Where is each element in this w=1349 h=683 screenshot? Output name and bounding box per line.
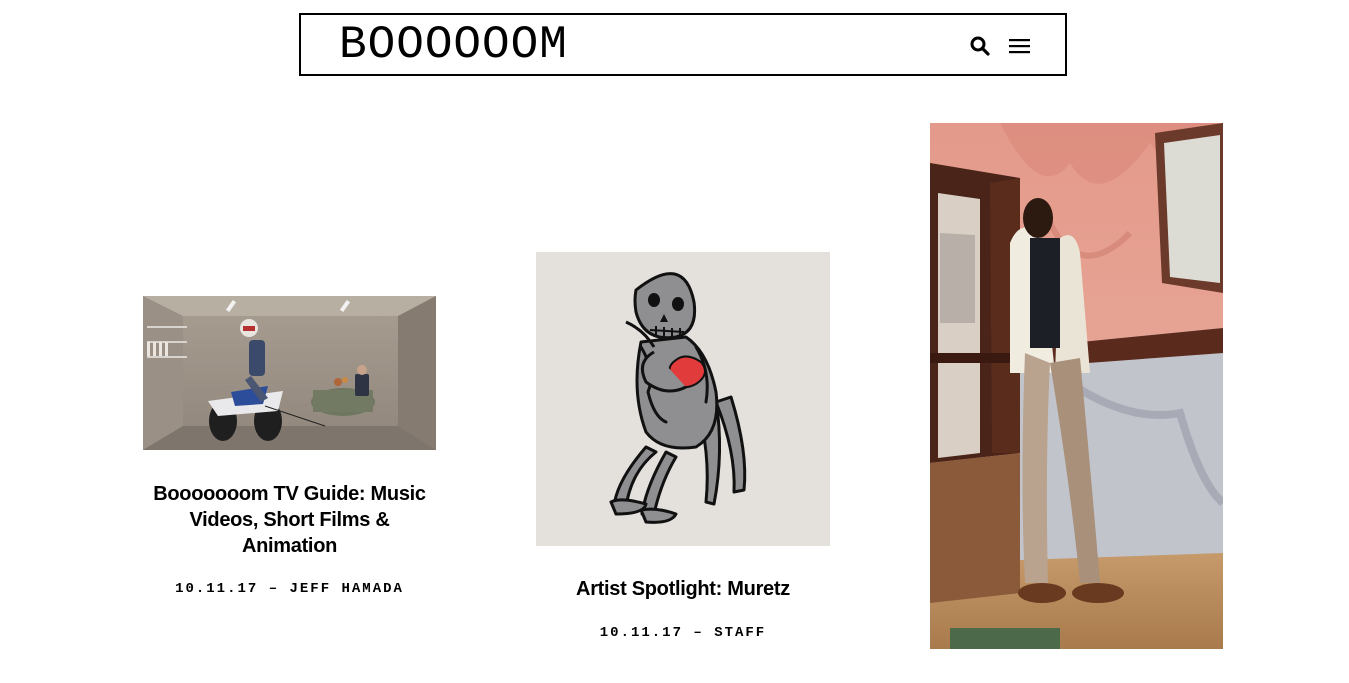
post-thumbnail-painting[interactable] [930,123,1223,649]
post-date: 10.11.17 [599,625,683,641]
post-meta: 10.11.17 – STAFF [536,625,830,641]
menu-button[interactable] [1009,37,1031,55]
hamburger-menu-icon [1009,39,1030,54]
post-meta: 10.11.17 – JEFF HAMADA [143,581,436,597]
post-thumbnail-tv-guide[interactable] [143,296,436,450]
site-logo[interactable]: BOOOOOOM [339,21,568,69]
post-title-tv-guide[interactable]: Booooooom TV Guide: Music Videos, Short … [148,481,431,559]
meta-separator: – [693,625,704,641]
post-date: 10.11.17 [175,581,259,597]
search-button[interactable] [969,35,991,57]
meta-separator: – [268,581,280,597]
post-thumbnail-muretz[interactable] [536,252,830,546]
post-author-link[interactable]: JEFF HAMADA [290,581,404,597]
post-author-link[interactable]: STAFF [714,625,766,641]
search-icon [970,36,990,56]
post-title-muretz[interactable]: Artist Spotlight: Muretz [536,576,830,602]
site-header: BOOOOOOM [299,13,1067,76]
